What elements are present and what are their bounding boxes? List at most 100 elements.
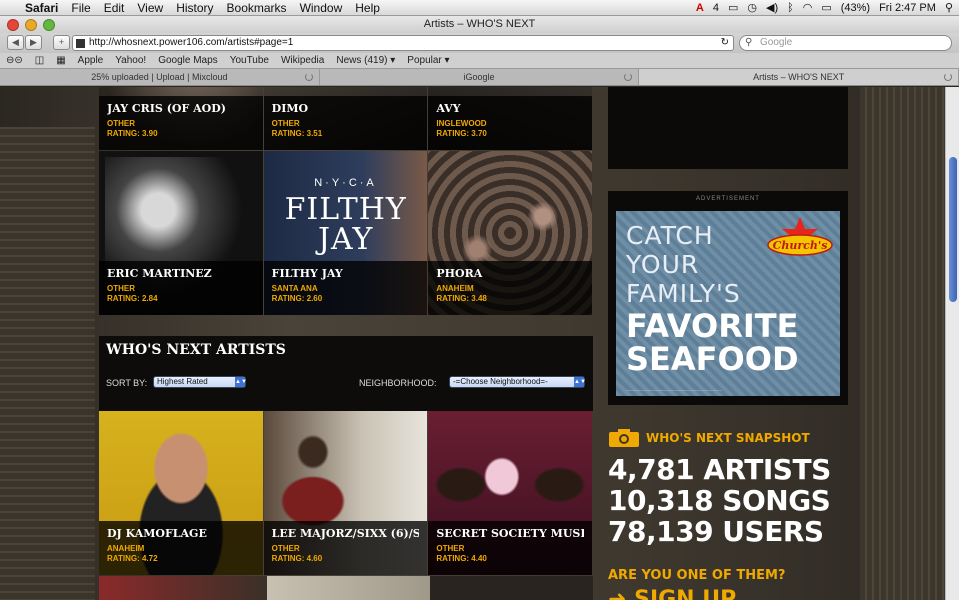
ad-line: CATCH <box>626 221 714 250</box>
scrollbar-thumb[interactable] <box>949 157 957 302</box>
advertisement: ADVERTISEMENT CATCH YOUR FAMILY'S FAVORI… <box>608 191 848 405</box>
spotlight-icon[interactable]: ⚲ <box>945 1 953 14</box>
artist-card[interactable]: N·Y·C·A FILTHY JAY FILTHY JAY SANTA ANA RA… <box>263 151 428 315</box>
signup-link[interactable]: ➜ SIGN UP <box>608 587 736 600</box>
artist-name[interactable]: LEE MAJORZ/SIXX (6)/SIXX <box>272 527 420 540</box>
notification-badge[interactable]: 4 <box>713 2 719 14</box>
artist-name[interactable]: FILTHY JAY <box>272 267 420 280</box>
artist-rating: RATING: 3.48 <box>436 294 487 303</box>
menu-window[interactable]: Window <box>300 1 343 15</box>
sort-selected-value: Highest Rated <box>157 377 208 386</box>
artist-grid-row: DJ KAMOFLAGE ANAHEIM RATING: 4.72 LEE MAJO… <box>99 411 593 575</box>
artist-card[interactable]: ERIC MARTINEZ OTHER RATING: 2.84 <box>99 151 263 315</box>
artist-card[interactable]: DJ KAMOFLAGE ANAHEIM RATING: 4.72 <box>99 411 263 575</box>
artist-card[interactable]: PHORA ANAHEIM RATING: 3.48 <box>428 151 593 315</box>
tab-igoogle[interactable]: iGoogle <box>320 69 640 85</box>
menu-edit[interactable]: Edit <box>104 1 125 15</box>
artist-name[interactable]: PHORA <box>436 267 584 280</box>
ad-line: SEAFOOD <box>626 340 799 378</box>
photo-caption-top: N·Y·C·A <box>314 177 377 189</box>
tab-artists[interactable]: Artists – WHO'S NEXT <box>639 69 959 85</box>
artist-location: OTHER <box>107 119 135 128</box>
bookmark-apple[interactable]: Apple <box>78 55 104 66</box>
adobe-icon[interactable]: A <box>696 2 704 14</box>
search-field[interactable]: ⚲ Google <box>739 35 952 51</box>
bookmark-news[interactable]: News (419) ▾ <box>336 55 395 66</box>
minimize-window-button[interactable] <box>25 19 37 31</box>
time-machine-icon[interactable]: ◷ <box>747 1 757 14</box>
tab-bar: 25% uploaded | Upload | Mixcloud iGoogle… <box>0 68 959 86</box>
artist-name[interactable]: SECRET SOCIETY MUSIC GROUP <box>436 527 584 540</box>
neighborhood-select[interactable]: -=Choose Neighborhood=- ▲▼ <box>449 376 586 388</box>
artist-location: OTHER <box>436 544 465 553</box>
artist-rating: RATING: 4.60 <box>271 554 323 563</box>
photo-caption-main: FILTHY JAY <box>284 192 407 257</box>
artist-card[interactable]: DIMO OTHER RATING: 3.51 <box>263 87 428 150</box>
tab-label: Artists – WHO'S NEXT <box>753 72 845 82</box>
background-building <box>0 127 95 600</box>
artists-count: 4,781 ARTISTS <box>608 453 831 486</box>
ad-line: FAMILY'S <box>626 279 741 308</box>
sort-select[interactable]: Highest Rated ▲▼ <box>153 376 247 388</box>
artist-location: INGLEWOOD <box>436 119 487 128</box>
artist-name[interactable]: JAY CRIS (OF AOD) <box>107 102 255 115</box>
reload-icon[interactable]: ↻ <box>721 36 729 50</box>
menu-clock[interactable]: Fri 2:47 PM <box>879 2 936 14</box>
ad-label: ADVERTISEMENT <box>696 196 760 202</box>
menu-history[interactable]: History <box>176 1 213 15</box>
add-bookmark-button[interactable]: + <box>53 35 70 50</box>
neighborhood-selected-value: -=Choose Neighborhood=- <box>453 377 548 386</box>
forward-button[interactable]: ▶ <box>25 35 42 50</box>
tab-mixcloud[interactable]: 25% uploaded | Upload | Mixcloud <box>0 69 320 85</box>
bookmarks-book-icon[interactable]: ◫ <box>35 55 44 66</box>
window-titlebar: Artists – WHO'S NEXT <box>0 16 959 33</box>
battery-icon[interactable]: ▭ <box>821 1 831 14</box>
wifi-icon[interactable]: ◠ <box>803 1 813 14</box>
close-window-button[interactable] <box>7 19 19 31</box>
menu-bookmarks[interactable]: Bookmarks <box>227 1 287 15</box>
bookmark-google-maps[interactable]: Google Maps <box>158 55 217 66</box>
users-count: 78,139 USERS <box>608 515 824 548</box>
ad-line: FAVORITE <box>626 307 799 345</box>
artist-name[interactable]: DIMO <box>272 102 420 115</box>
artist-rating: RATING: 3.90 <box>107 129 158 138</box>
browser-toolbar: ◀ ▶ + http://whosnext.power106.com/artis… <box>0 33 959 53</box>
zoom-window-button[interactable] <box>43 19 55 31</box>
menu-file[interactable]: File <box>71 1 90 15</box>
bluetooth-icon[interactable]: ᛒ <box>787 2 794 14</box>
artist-name[interactable]: AVY <box>436 102 584 115</box>
bookmark-youtube[interactable]: YouTube <box>230 55 269 66</box>
artist-name[interactable]: ERIC MARTINEZ <box>107 267 255 280</box>
display-icon[interactable]: ▭ <box>728 1 738 14</box>
menu-view[interactable]: View <box>137 1 163 15</box>
battery-percent[interactable]: (43%) <box>841 2 870 14</box>
web-page: JAY CRIS (OF AOD) OTHER RATING: 3.90 DIMO O… <box>0 87 959 600</box>
artist-card[interactable]: JAY CRIS (OF AOD) OTHER RATING: 3.90 <box>99 87 263 150</box>
menu-help[interactable]: Help <box>355 1 380 15</box>
reading-list-icon[interactable]: ⊖⊝ <box>6 55 23 66</box>
volume-icon[interactable]: ◀) <box>766 1 778 14</box>
address-bar[interactable]: http://whosnext.power106.com/artists#pag… <box>72 35 734 51</box>
ad-brand: Church's <box>773 239 828 252</box>
snapshot-header: WHO'S NEXT SNAPSHOT <box>608 428 810 448</box>
loading-spinner-icon <box>624 73 633 81</box>
tab-label: 25% uploaded | Upload | Mixcloud <box>91 72 228 82</box>
vertical-scrollbar[interactable] <box>945 87 959 600</box>
bookmark-popular[interactable]: Popular ▾ <box>407 55 449 66</box>
top-sites-icon[interactable]: ▦ <box>56 55 65 66</box>
signup-question: ARE YOU ONE OF THEM? <box>608 568 786 583</box>
artist-name[interactable]: DJ KAMOFLAGE <box>107 527 255 540</box>
loading-spinner-icon <box>304 73 313 81</box>
back-button[interactable]: ◀ <box>7 35 24 50</box>
bookmark-wikipedia[interactable]: Wikipedia <box>281 55 324 66</box>
menu-app-name[interactable]: Safari <box>25 1 58 15</box>
artist-card[interactable]: SECRET SOCIETY MUSIC GROUP OTHERRATING: 4… <box>428 411 593 575</box>
artist-card[interactable]: AVY INGLEWOOD RATING: 3.70 <box>428 87 593 150</box>
artist-card[interactable]: LEE MAJORZ/SIXX (6)/SIXX OTHERRATING: 4.6… <box>263 411 428 575</box>
artist-rating: RATING: 4.72 <box>107 554 158 563</box>
bookmark-yahoo[interactable]: Yahoo! <box>115 55 146 66</box>
artist-grid-row: JAY CRIS (OF AOD) OTHER RATING: 3.90 DIMO O… <box>99 87 593 150</box>
artist-rating: RATING: 3.51 <box>271 129 323 138</box>
search-icon: ⚲ <box>745 37 753 48</box>
ad-banner[interactable]: CATCH YOUR FAMILY'S FAVORITE SEAFOOD Chu… <box>616 211 840 396</box>
